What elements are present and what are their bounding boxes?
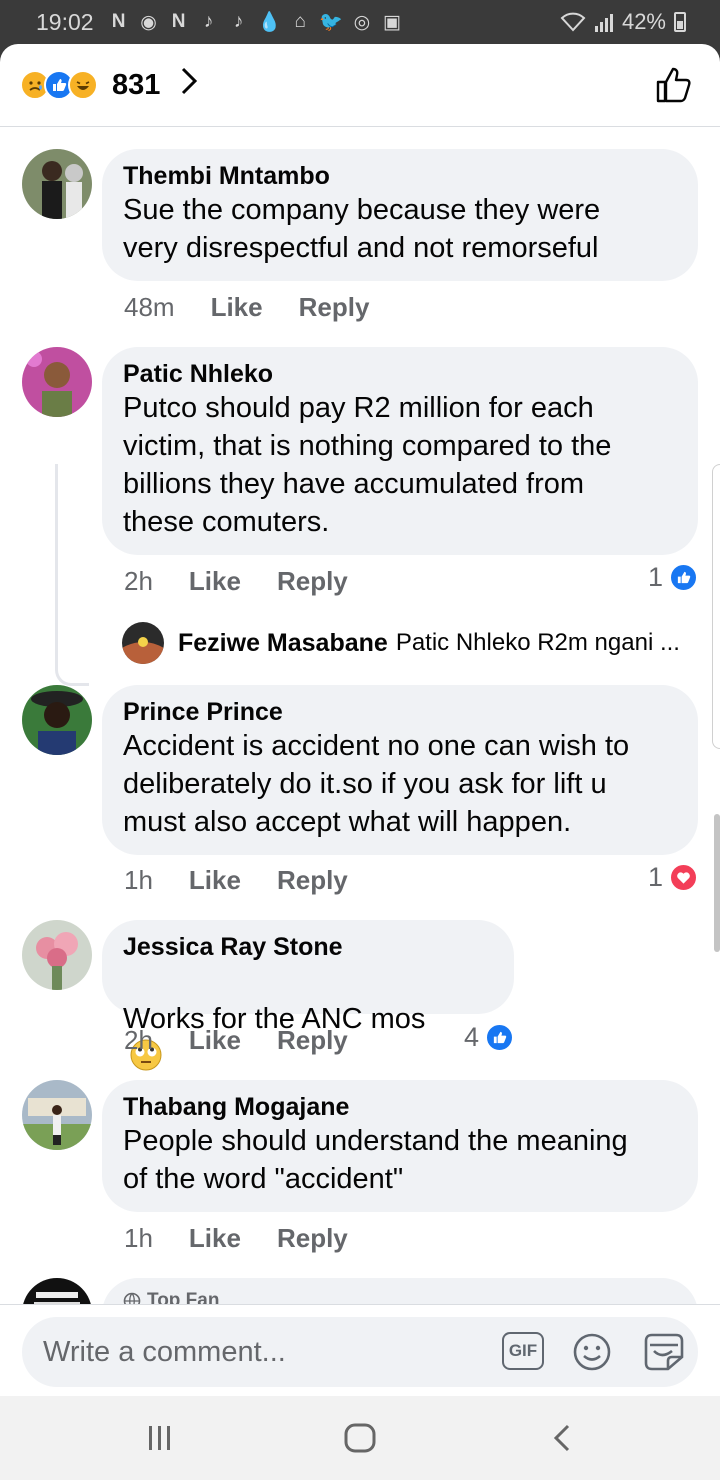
haha-reaction-icon	[68, 70, 98, 100]
reply-link[interactable]: Reply	[299, 292, 370, 323]
comment-author[interactable]: Patic Nhleko	[123, 359, 676, 389]
reactions-header: 831	[0, 44, 720, 127]
wifi-icon	[560, 12, 586, 32]
comment-bubble[interactable]: Thembi Mntambo Sue the company because t…	[102, 149, 698, 281]
reply-text: Patic Nhleko R2m ngani ...	[395, 629, 680, 656]
reaction-summary[interactable]: 831	[20, 66, 198, 105]
comment-time: 2h	[124, 1025, 153, 1055]
comment-input[interactable]: Write a comment... GIF	[22, 1317, 698, 1387]
comment-author[interactable]: Thabang Mogajane	[123, 1092, 676, 1122]
smiley-icon	[573, 1333, 611, 1371]
heart-icon	[669, 863, 699, 892]
reply-author: Feziwe Masabane	[178, 628, 388, 657]
battery-percent: 42%	[621, 9, 666, 34]
like-icon	[669, 563, 699, 592]
comment-bubble[interactable]: Thabang Mogajane People should understan…	[102, 1080, 698, 1212]
notification-icon: ◉	[140, 11, 157, 33]
reply-link[interactable]: Reply	[277, 1025, 348, 1056]
reply-link[interactable]: Reply	[277, 1223, 348, 1254]
home-icon	[344, 1423, 376, 1453]
comment-time: 2h	[124, 566, 153, 596]
reply-preview[interactable]: Feziwe Masabane Patic Nhleko R2m ngani .…	[122, 622, 680, 664]
comments-sheet: 831 Thembi Mntambo Sue the company becau…	[0, 44, 720, 1396]
scrollbar-thumb[interactable]	[714, 814, 720, 952]
comment-actions: 2h Like Reply	[124, 1025, 384, 1056]
comment-time: 1h	[124, 1223, 153, 1253]
reaction-number: 1	[648, 562, 664, 592]
avatar[interactable]	[22, 149, 92, 219]
comment-composer-bar: Write a comment... GIF	[0, 1304, 720, 1396]
battery-icon	[674, 12, 686, 32]
status-bar: 19:02 N ◉ N ♪ ♪ 💧 ⌂ 🐦 ◎ ▣ 42%	[0, 0, 720, 44]
tiktok-icon: ♪	[203, 11, 214, 32]
notification-icons: N ◉ N ♪ ♪ 💧 ⌂ 🐦 ◎ ▣	[108, 10, 403, 34]
comment-time: 1h	[124, 865, 153, 895]
comment-reactions[interactable]: 1	[648, 562, 699, 593]
like-link[interactable]: Like	[211, 292, 263, 323]
system-nav-bar	[0, 1396, 720, 1480]
back-icon	[553, 1424, 570, 1452]
recent-apps-icon	[149, 1426, 170, 1450]
sticker-button[interactable]	[642, 1331, 686, 1373]
back-button[interactable]	[537, 1416, 587, 1460]
scroll-track	[712, 464, 720, 749]
comment-text-row: Works for the ANC mos	[123, 962, 492, 1076]
comment-placeholder: Write a comment...	[43, 1335, 286, 1368]
like-outline-icon[interactable]	[656, 66, 692, 104]
signal-icon	[594, 14, 613, 32]
comment-reactions[interactable]: 4	[464, 1022, 515, 1053]
chevron-right-icon[interactable]	[180, 66, 198, 105]
comment-bubble[interactable]: Prince Prince Accident is accident no on…	[102, 685, 698, 855]
comment-bubble[interactable]: Jessica Ray Stone Works for the ANC mos	[102, 920, 514, 1071]
comment-actions: 2h Like Reply	[124, 566, 384, 597]
reply-link[interactable]: Reply	[277, 566, 348, 597]
sticker-icon	[644, 1333, 684, 1371]
tiktok-icon: ♪	[233, 11, 244, 32]
reaction-number: 4	[464, 1022, 480, 1052]
comment-actions: 1h Like Reply	[124, 1223, 384, 1254]
comment-text: Sue the company because they were very d…	[123, 194, 601, 264]
avatar[interactable]	[22, 1080, 92, 1150]
gallery-icon: ▣	[382, 11, 401, 33]
avatar[interactable]	[22, 685, 92, 755]
reaction-number: 1	[648, 862, 664, 892]
comment-reactions[interactable]: 1	[648, 862, 699, 893]
comment-text: Accident is accident no one can wish to …	[123, 730, 630, 838]
home-button[interactable]	[335, 1416, 385, 1460]
like-link[interactable]: Like	[189, 1025, 241, 1056]
like-link[interactable]: Like	[189, 1223, 241, 1254]
drop-icon: 💧	[257, 12, 282, 33]
comment-time: 48m	[124, 292, 175, 322]
avatar	[122, 622, 164, 664]
like-icon	[485, 1023, 515, 1052]
status-time: 19:02	[36, 8, 94, 35]
notification-icon: N	[111, 11, 126, 32]
comment-bubble[interactable]: Patic Nhleko Putco should pay R2 million…	[102, 347, 698, 555]
recent-apps-button[interactable]	[135, 1416, 185, 1460]
instagram-icon: ◎	[353, 11, 371, 33]
emoji-button[interactable]	[572, 1331, 612, 1373]
avatar[interactable]	[22, 920, 92, 990]
comment-text: Putco should pay R2 million for each vic…	[123, 392, 612, 538]
notification-icon: N	[171, 11, 186, 32]
comment-actions: 1h Like Reply	[124, 865, 384, 896]
reaction-count: 831	[112, 68, 161, 101]
comment-author[interactable]: Prince Prince	[123, 697, 676, 727]
thread-line	[55, 464, 89, 686]
comment-author[interactable]: Thembi Mntambo	[123, 161, 676, 191]
reply-link[interactable]: Reply	[277, 865, 348, 896]
home-icon: ⌂	[294, 11, 306, 32]
like-link[interactable]: Like	[189, 865, 241, 896]
comment-text: People should understand the meaning of …	[123, 1125, 628, 1195]
comment-author[interactable]: Jessica Ray Stone	[123, 932, 492, 962]
twitter-icon: 🐦	[319, 12, 343, 33]
comment-actions: 48m Like Reply	[124, 292, 405, 323]
gif-button[interactable]: GIF	[502, 1332, 544, 1370]
like-link[interactable]: Like	[189, 566, 241, 597]
avatar[interactable]	[22, 347, 92, 417]
